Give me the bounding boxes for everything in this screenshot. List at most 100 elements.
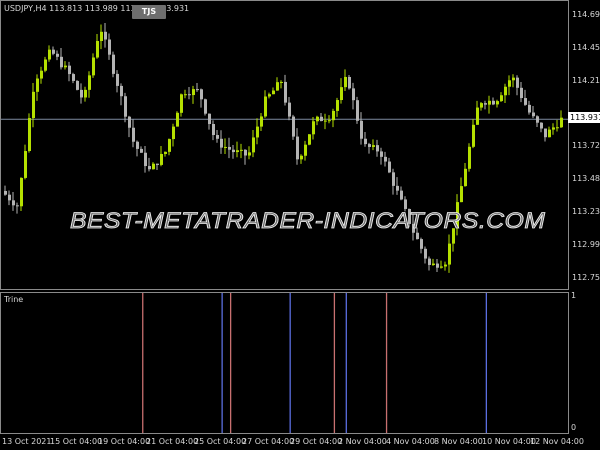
- price-tick-label: 113.480: [572, 174, 600, 184]
- candle: [12, 192, 15, 211]
- candle: [492, 97, 495, 106]
- candle: [112, 51, 115, 78]
- candle: [440, 260, 443, 269]
- candle: [388, 157, 391, 174]
- candle: [88, 71, 91, 98]
- candle: [544, 128, 547, 142]
- price-tick-label: 112.995: [572, 239, 600, 249]
- candle: [488, 95, 491, 114]
- candle: [68, 61, 71, 82]
- candle: [436, 258, 439, 273]
- candle: [340, 78, 343, 104]
- candle: [244, 149, 247, 165]
- candle: [312, 116, 315, 140]
- candle: [280, 80, 283, 89]
- candle: [364, 132, 367, 147]
- candle: [548, 126, 551, 138]
- candle: [560, 110, 563, 129]
- candle: [56, 50, 59, 61]
- candle: [256, 118, 259, 145]
- candle: [4, 185, 7, 196]
- candle: [84, 86, 87, 102]
- candle: [96, 33, 99, 59]
- candle: [540, 122, 543, 133]
- candle: [152, 162, 155, 170]
- price-tick-label: 114.210: [572, 75, 600, 85]
- candle: [260, 112, 263, 132]
- time-tick-label: 25 Oct 04:00: [194, 437, 247, 446]
- candle: [304, 140, 307, 161]
- candle: [188, 87, 191, 100]
- time-tick-label: 13 Oct 2021: [2, 437, 52, 446]
- candle: [148, 157, 151, 172]
- time-tick-label: 29 Oct 04:00: [290, 437, 343, 446]
- candle: [200, 88, 203, 108]
- candle: [60, 48, 63, 70]
- candle: [424, 246, 427, 264]
- candle: [528, 100, 531, 115]
- candle: [156, 163, 159, 171]
- candle: [520, 82, 523, 103]
- candle: [480, 101, 483, 111]
- price-tick-label: 114.695: [572, 10, 600, 19]
- candle: [448, 234, 451, 273]
- candle: [360, 112, 363, 145]
- time-tick-label: 4 Nov 04:00: [386, 437, 435, 446]
- candle: [268, 92, 271, 99]
- candle: [464, 162, 467, 187]
- candle: [120, 83, 123, 106]
- indicator-scale-top: 1: [571, 291, 577, 300]
- candle: [28, 113, 31, 153]
- candle: [8, 190, 11, 206]
- time-tick-label: 10 Nov 04:00: [482, 437, 536, 446]
- candle: [536, 115, 539, 128]
- time-tick-label: 8 Nov 04:00: [434, 437, 483, 446]
- candle: [308, 134, 311, 146]
- candle: [264, 90, 267, 118]
- candle: [292, 114, 295, 140]
- candle: [284, 74, 287, 106]
- candle: [444, 261, 447, 271]
- watermark: BEST-METATRADER-INDICATORS.COM: [70, 208, 546, 234]
- candle: [392, 168, 395, 195]
- candle: [516, 75, 519, 96]
- candle: [80, 83, 83, 104]
- tjs-button[interactable]: TJS: [132, 5, 166, 19]
- candle: [552, 123, 555, 135]
- candle: [252, 130, 255, 158]
- time-tick-label: 2 Nov 04:00: [338, 437, 387, 446]
- candle: [348, 74, 351, 90]
- candle: [288, 96, 291, 121]
- candle: [396, 177, 399, 195]
- candle: [212, 120, 215, 141]
- price-chart-pane[interactable]: [0, 0, 569, 290]
- candle: [52, 46, 55, 56]
- candle: [32, 82, 35, 128]
- candle: [240, 143, 243, 159]
- candle: [104, 23, 107, 48]
- candle: [40, 66, 43, 84]
- candle: [372, 139, 375, 151]
- candle: [116, 70, 119, 93]
- candle: [184, 89, 187, 99]
- time-tick-label: 27 Oct 04:00: [242, 437, 295, 446]
- indicator-signals: [142, 293, 488, 433]
- price-tick-label: 113.725: [572, 141, 600, 151]
- candle: [176, 111, 179, 127]
- candle: [92, 53, 95, 78]
- indicator-scale-bottom: 0: [571, 423, 577, 432]
- candle: [332, 108, 335, 128]
- price-tick-label: 112.750: [572, 273, 600, 282]
- candle: [356, 96, 359, 124]
- candle: [144, 146, 147, 173]
- candle: [316, 115, 319, 126]
- candle: [16, 202, 19, 214]
- candle: [336, 97, 339, 117]
- candle: [128, 115, 131, 138]
- candle: [380, 147, 383, 165]
- indicator-pane[interactable]: Trine: [0, 292, 569, 434]
- candle: [44, 56, 47, 73]
- candle: [164, 151, 167, 157]
- candle: [320, 113, 323, 122]
- candle: [296, 128, 299, 165]
